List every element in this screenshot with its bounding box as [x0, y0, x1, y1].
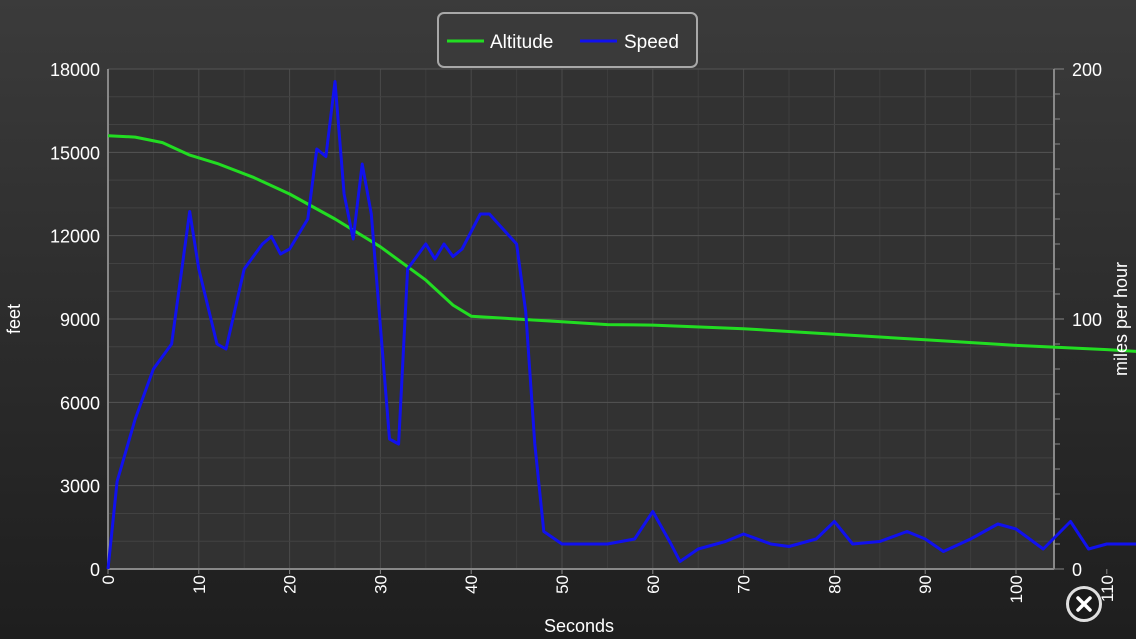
x-tick-label: 60	[644, 575, 663, 594]
y-left-tick-label: 3000	[60, 477, 100, 497]
x-tick-label: 70	[735, 575, 754, 594]
y-axis-right-label: miles per hour	[1111, 262, 1131, 376]
legend-label-altitude: Altitude	[490, 32, 553, 53]
close-x-icon	[1076, 596, 1092, 612]
y-right-tick-label: 0	[1072, 560, 1082, 580]
y-right-tick-label: 200	[1072, 60, 1102, 80]
x-tick-label: 20	[281, 575, 300, 594]
x-tick-label: 100	[1007, 575, 1026, 603]
y-axis-left-label: feet	[4, 304, 24, 334]
x-tick-label: 30	[371, 575, 390, 594]
y-right-tick-label: 100	[1072, 310, 1102, 330]
y-left-tick-label: 9000	[60, 310, 100, 330]
y-left-tick-label: 12000	[50, 227, 100, 247]
y-left-tick-label: 6000	[60, 393, 100, 413]
legend-label-speed: Speed	[624, 32, 679, 53]
x-tick-label: 10	[190, 575, 209, 594]
x-tick-label: 50	[553, 575, 572, 594]
x-axis-label: Seconds	[544, 616, 614, 636]
x-tick-label: 90	[916, 575, 935, 594]
y-left-tick-label: 18000	[50, 60, 100, 80]
close-button[interactable]	[1066, 586, 1102, 622]
x-tick-label: 40	[462, 575, 481, 594]
legend: Altitude Speed	[437, 12, 698, 68]
y-left-tick-label: 15000	[50, 143, 100, 163]
x-tick-label: 0	[99, 575, 118, 584]
x-tick-label: 80	[825, 575, 844, 594]
chart: 030006000900012000150001800001002000 10 20…	[4, 12, 1136, 636]
